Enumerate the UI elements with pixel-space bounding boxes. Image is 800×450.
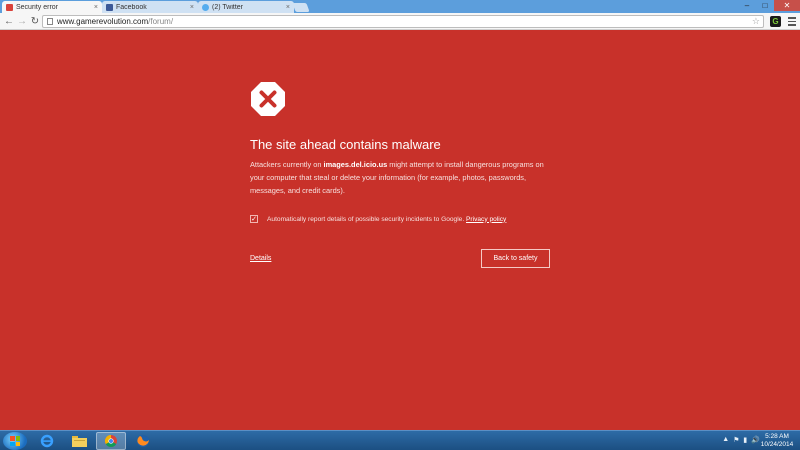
warning-title: The site ahead contains malware (250, 137, 441, 152)
description-prefix: Attackers currently on (250, 160, 324, 169)
internet-explorer-icon[interactable] (32, 432, 62, 450)
details-link[interactable]: Details (250, 255, 271, 262)
clock-time: 5:28 AM (765, 433, 789, 440)
tab-security-error[interactable]: Security error × (2, 1, 102, 13)
system-clock[interactable]: 5:28 AM 10/24/2014 (760, 433, 794, 449)
volume-icon[interactable]: 🔊 (751, 436, 760, 444)
facebook-icon (106, 3, 113, 11)
action-center-icon[interactable]: ⚑ (733, 436, 739, 444)
url-host: www.gamerevolution.com (57, 17, 149, 26)
report-label: Automatically report details of possible… (267, 215, 465, 223)
back-to-safety-button[interactable]: Back to safety (481, 249, 550, 268)
tab-label: Security error (16, 3, 59, 11)
close-window-button[interactable]: ✕ (774, 0, 800, 11)
close-tab-icon[interactable]: × (190, 4, 194, 11)
malware-warning-page: The site ahead contains malware Attacker… (0, 31, 800, 430)
url-path: /forum/ (148, 17, 174, 26)
tab-label: (2) Twitter (212, 3, 243, 11)
maximize-button[interactable]: □ (756, 0, 774, 11)
address-url: www.gamerevolution.com/forum/ (57, 17, 173, 26)
close-tab-icon[interactable]: × (94, 4, 98, 11)
forward-button[interactable]: → (16, 15, 28, 27)
tab-facebook[interactable]: Facebook × (102, 1, 198, 13)
back-button[interactable]: ← (3, 15, 15, 27)
clock-date: 10/24/2014 (760, 441, 794, 448)
address-bar[interactable]: www.gamerevolution.com/forum/ ☆ (42, 15, 764, 28)
malware-domain: images.del.icio.us (323, 160, 388, 169)
file-explorer-icon[interactable] (64, 432, 94, 450)
system-tray: ▲ ⚑ ▮ 🔊 (722, 436, 760, 444)
browser-toolbar: ← → ↻ www.gamerevolution.com/forum/ ☆ G (0, 13, 800, 30)
tab-label: Facebook (116, 3, 147, 11)
report-checkbox[interactable]: ✓ (250, 215, 258, 223)
page-icon (47, 18, 53, 25)
error-tab-icon (6, 3, 13, 11)
firefox-icon[interactable] (128, 432, 158, 450)
reload-button[interactable]: ↻ (29, 15, 41, 27)
extension-icon[interactable]: G (770, 16, 781, 27)
chrome-menu-icon[interactable] (786, 16, 797, 27)
twitter-icon (202, 3, 209, 11)
bookmark-star-icon[interactable]: ☆ (752, 16, 760, 27)
tray-overflow-icon[interactable]: ▲ (722, 436, 729, 444)
minimize-button[interactable]: – (738, 0, 756, 11)
new-tab-button[interactable] (292, 3, 310, 12)
start-button[interactable] (3, 432, 27, 450)
report-option: ✓ Automatically report details of possib… (250, 215, 506, 223)
stop-sign-icon (251, 82, 285, 116)
close-tab-icon[interactable]: × (286, 4, 290, 11)
network-icon[interactable]: ▮ (743, 436, 747, 444)
window-controls: – □ ✕ (738, 0, 800, 11)
privacy-policy-link[interactable]: Privacy policy (466, 216, 506, 223)
taskbar: ▲ ⚑ ▮ 🔊 5:28 AM 10/24/2014 (0, 430, 800, 450)
chrome-icon[interactable] (96, 432, 126, 450)
tab-twitter[interactable]: (2) Twitter × (198, 1, 294, 13)
warning-description: Attackers currently on images.del.icio.u… (250, 159, 560, 197)
windows-logo-icon (10, 436, 20, 446)
tab-strip: Security error × Facebook × (2) Twitter … (0, 0, 800, 13)
